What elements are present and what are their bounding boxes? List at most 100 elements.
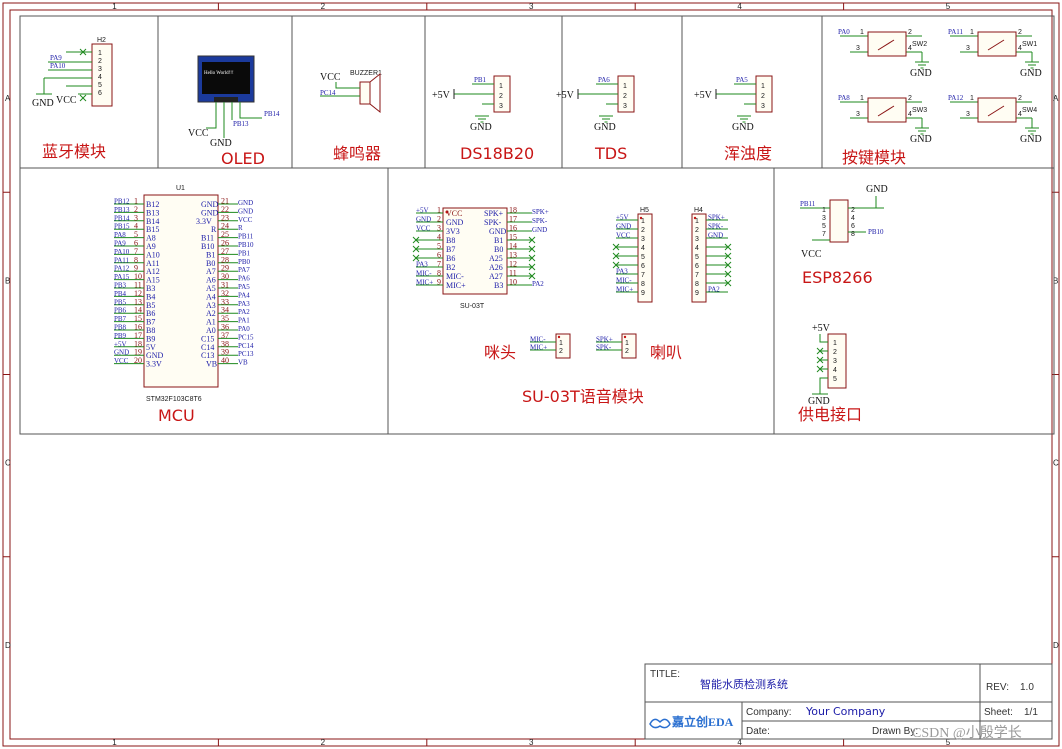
mcu-right-net: PB10 bbox=[238, 241, 254, 249]
oled-net-pb14: PB14 bbox=[264, 110, 280, 118]
switch-pin-number: 2 bbox=[908, 95, 912, 102]
su03t-right-pin-name: A26 bbox=[489, 263, 503, 272]
bluetooth-pin-number: 1 bbox=[98, 50, 102, 57]
esp8266-pin-number: 1 bbox=[822, 207, 826, 214]
sheet-label: Sheet: bbox=[984, 707, 1013, 718]
mic-pin-number: 2 bbox=[559, 348, 563, 355]
ds18b20-pin-number: 2 bbox=[499, 93, 503, 100]
switch-pin-number: 1 bbox=[970, 29, 974, 36]
switch-pin-number: 3 bbox=[966, 45, 970, 52]
frame-row-mark-right: D bbox=[1053, 641, 1059, 650]
header-net: PA3 bbox=[616, 268, 628, 276]
su03t-left-pin-number: 5 bbox=[437, 242, 441, 251]
header-pin-number: 5 bbox=[695, 254, 699, 261]
mcu-right-net: PA7 bbox=[238, 266, 250, 274]
mcu-left-net: PB4 bbox=[114, 290, 127, 298]
bluetooth-net-2: PA10 bbox=[50, 62, 66, 70]
mcu-right-net: PC14 bbox=[238, 342, 254, 350]
mcu-left-net: PB7 bbox=[114, 315, 127, 323]
mcu-left-net: PA12 bbox=[114, 265, 130, 273]
esp8266-pin-number: 2 bbox=[851, 207, 855, 214]
header-pin-number: 2 bbox=[695, 227, 699, 234]
turbidity-net-power: +5V bbox=[694, 90, 713, 101]
su03t-left-pin-name: VCC bbox=[446, 209, 462, 218]
mcu-right-net: GND bbox=[238, 199, 253, 207]
turbidity-pin-number: 2 bbox=[761, 93, 765, 100]
switch-pin-number: 1 bbox=[860, 95, 864, 102]
esp8266-title: ESP8266 bbox=[802, 268, 873, 287]
header-net: SPK- bbox=[708, 223, 724, 231]
mcu-left-net: PA10 bbox=[114, 248, 130, 256]
mcu-title: MCU bbox=[158, 406, 195, 425]
tds-net-gnd: GND bbox=[594, 122, 616, 133]
buzzer-net-vcc: VCC bbox=[320, 72, 341, 83]
su03t-left-pin-name: B2 bbox=[446, 263, 455, 272]
oled-net-vcc: VCC bbox=[188, 128, 209, 139]
tds-title: TDS bbox=[594, 144, 627, 163]
mcu-right-net: PB11 bbox=[238, 233, 254, 241]
mcu-right-net: VCC bbox=[238, 216, 253, 224]
turbidity-pin-number: 1 bbox=[761, 83, 765, 90]
switch-net-label: PA0 bbox=[838, 28, 850, 36]
tds-pin-number: 2 bbox=[623, 93, 627, 100]
turbidity-title: 浑浊度 bbox=[724, 144, 772, 163]
schematic-sheet: 1122334455A AB BC CD D H2 123456 PA9 PA10 GN… bbox=[2, 2, 1060, 747]
mcu-right-net: PA4 bbox=[238, 291, 250, 299]
esp8266-pin-number: 3 bbox=[822, 215, 826, 222]
mcu-right-net: PA6 bbox=[238, 275, 250, 283]
turbidity-net-signal: PA5 bbox=[736, 76, 748, 84]
ds18b20-pin-number: 1 bbox=[499, 83, 503, 90]
su03t-left-net: +5V bbox=[416, 207, 429, 215]
ds18b20-block: DS18B20 1 2 3 PB1 +5V GND bbox=[432, 75, 534, 163]
switch-ref: SW3 bbox=[912, 107, 927, 114]
speaker-pin-number: 1 bbox=[625, 340, 629, 347]
switch-gnd-label: GND bbox=[1020, 134, 1042, 145]
frame-row-mark-left: D bbox=[5, 641, 11, 650]
header-pin-number: 5 bbox=[641, 254, 645, 261]
header-pin-number: 9 bbox=[641, 290, 645, 297]
mcu-right-pin-name: VB bbox=[206, 360, 217, 369]
mcu-left-net: PA8 bbox=[114, 231, 126, 239]
header-pin-number: 9 bbox=[695, 290, 699, 297]
keys-title: 按键模块 bbox=[842, 148, 906, 167]
tds-net-signal: PA6 bbox=[598, 76, 610, 84]
su03t-left-pin-name: B8 bbox=[446, 236, 455, 245]
title-block: TITLE: 智能水质检测系统 REV: 1.0 Company: Your C… bbox=[644, 663, 1053, 741]
header-pin-number: 8 bbox=[641, 281, 645, 288]
mcu-left-net: PB12 bbox=[114, 198, 130, 206]
sheet-title: 智能水质检测系统 bbox=[700, 677, 788, 691]
frame-row-mark-left: B bbox=[5, 276, 10, 285]
oled-title: OLED bbox=[221, 149, 265, 168]
bluetooth-header-body bbox=[91, 43, 113, 107]
ds18b20-title: DS18B20 bbox=[460, 144, 534, 163]
su03t-left-pin-number: 1 bbox=[437, 206, 441, 215]
header-pin-number: 1 bbox=[641, 218, 645, 225]
bluetooth-pin-number: 4 bbox=[98, 74, 102, 81]
rev-value: 1.0 bbox=[1020, 682, 1034, 693]
header-pin-number: 2 bbox=[641, 227, 645, 234]
mcu-left-net: PA11 bbox=[114, 256, 130, 264]
su03t-right-pin-name: B0 bbox=[494, 245, 503, 254]
switch-net-label: PA8 bbox=[838, 94, 850, 102]
su03t-right-pin-number: 10 bbox=[509, 278, 517, 287]
mic-pin-number: 1 bbox=[559, 340, 563, 347]
mcu-left-net: VCC bbox=[114, 357, 129, 365]
header-ref: H4 bbox=[694, 207, 703, 214]
switch-ref: SW1 bbox=[1022, 41, 1037, 48]
header-ref: H5 bbox=[640, 207, 649, 214]
su03t-left-pin-name: GND bbox=[446, 218, 464, 227]
su03t-right-pin-number: 14 bbox=[509, 242, 517, 251]
sheet-value: 1/1 bbox=[1024, 707, 1038, 718]
switch-net-label: PA11 bbox=[948, 28, 964, 36]
frame-row-mark-left: C bbox=[5, 459, 11, 468]
mcu-left-net: PB8 bbox=[114, 324, 127, 332]
switch-pin-number: 3 bbox=[966, 111, 970, 118]
title-label: TITLE: bbox=[650, 669, 680, 680]
bluetooth-pin-number: 3 bbox=[98, 66, 102, 73]
su03t-left-pin-number: 3 bbox=[437, 224, 441, 233]
frame-col-mark-top: 3 bbox=[529, 2, 534, 11]
tds-net-power: +5V bbox=[556, 90, 575, 101]
su03t-left-net: MIC- bbox=[416, 270, 432, 278]
mcu-right-net: PA1 bbox=[238, 317, 250, 325]
switch-net-label: PA12 bbox=[948, 94, 964, 102]
